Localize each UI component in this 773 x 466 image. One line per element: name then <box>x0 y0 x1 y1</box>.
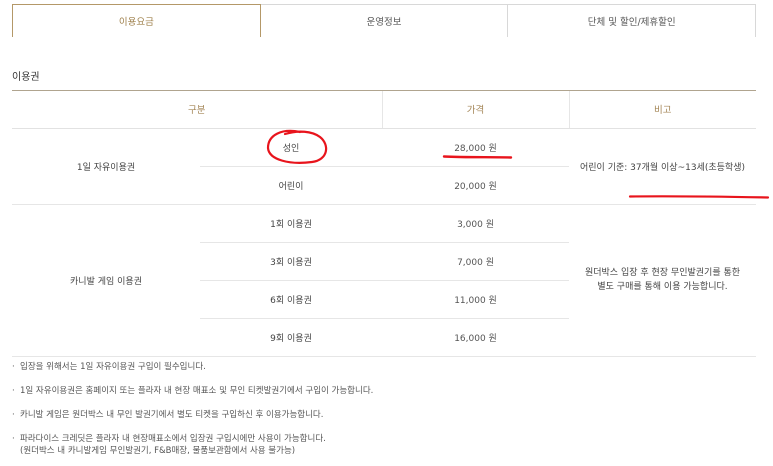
list-item: 1일 자유이용권은 홈페이지 또는 플라자 내 현장 매표소 및 무인 티켓발권… <box>12 385 756 397</box>
header-category: 구분 <box>12 91 383 129</box>
day-pass-label: 1일 자유이용권 <box>12 128 200 205</box>
tab-operation-info[interactable]: 운영정보 <box>260 4 509 37</box>
ticket-price: 16,000 원 <box>382 318 570 357</box>
pricing-table: 구분 가격 비고 1일 자유이용권 성인 28,000 원 어린이 기준: 37… <box>12 91 757 357</box>
ticket-price: 28,000 원 <box>382 128 570 167</box>
note-line: 파라다이스 크레딧은 플라자 내 현장매표소에서 입장권 구입시에만 사용이 가… <box>20 434 326 444</box>
header-note: 비고 <box>568 91 757 129</box>
list-item: 입장을 위해서는 1일 자유이용권 구입이 필수입니다. <box>12 361 756 373</box>
game-pass-label: 카니발 게임 이용권 <box>12 204 200 357</box>
list-item: 파라다이스 크레딧은 플라자 내 현장매표소에서 입장권 구입시에만 사용이 가… <box>12 433 756 457</box>
ticket-type: 1회 이용권 <box>200 204 383 243</box>
game-pass-note-line1: 원더박스 입장 후 현장 무인발권기를 통한 <box>584 268 741 278</box>
header-price: 가격 <box>381 91 570 129</box>
ticket-type: 6회 이용권 <box>200 280 383 319</box>
ticket-price: 3,000 원 <box>382 204 570 243</box>
section-title: 이용권 <box>12 72 40 83</box>
ticket-price: 20,000 원 <box>382 166 570 205</box>
table-row: 카니발 게임 이용권 1회 이용권 3,000 원 원더박스 입장 후 현장 무… <box>12 204 757 357</box>
ticket-price: 11,000 원 <box>382 280 570 319</box>
note-extra: (원더박스 내 카니발게임 무인발권기, F&B매장, 물품보관함에서 사용 불… <box>20 446 296 456</box>
list-item: 카니발 게임은 원더박스 내 무인 발권기에서 별도 티켓을 구입하신 후 이용… <box>12 409 756 421</box>
ticket-type: 3회 이용권 <box>200 242 383 281</box>
ticket-type: 성인 <box>200 128 383 167</box>
game-pass-note: 원더박스 입장 후 현장 무인발권기를 통한 별도 구매를 통해 이용 가능합니… <box>569 204 757 357</box>
tab-group-discount[interactable]: 단체 및 할인/제휴할인 <box>508 4 757 37</box>
day-pass-note: 어린이 기준: 37개월 이상~13세(초등학생) <box>569 128 757 205</box>
notes-list: 입장을 위해서는 1일 자유이용권 구입이 필수입니다. 1일 자유이용권은 홈… <box>12 361 756 466</box>
ticket-type: 9회 이용권 <box>200 318 383 357</box>
game-pass-note-line2: 별도 구매를 통해 이용 가능합니다. <box>597 282 728 292</box>
ticket-price: 7,000 원 <box>382 242 570 281</box>
tab-bar: 이용요금 운영정보 단체 및 할인/제휴할인 <box>12 4 757 39</box>
table-row: 1일 자유이용권 성인 28,000 원 어린이 기준: 37개월 이상~13세… <box>12 128 757 205</box>
ticket-type: 어린이 <box>200 166 383 205</box>
table-header-row: 구분 가격 비고 <box>12 91 757 129</box>
tab-pricing[interactable]: 이용요금 <box>12 4 261 39</box>
